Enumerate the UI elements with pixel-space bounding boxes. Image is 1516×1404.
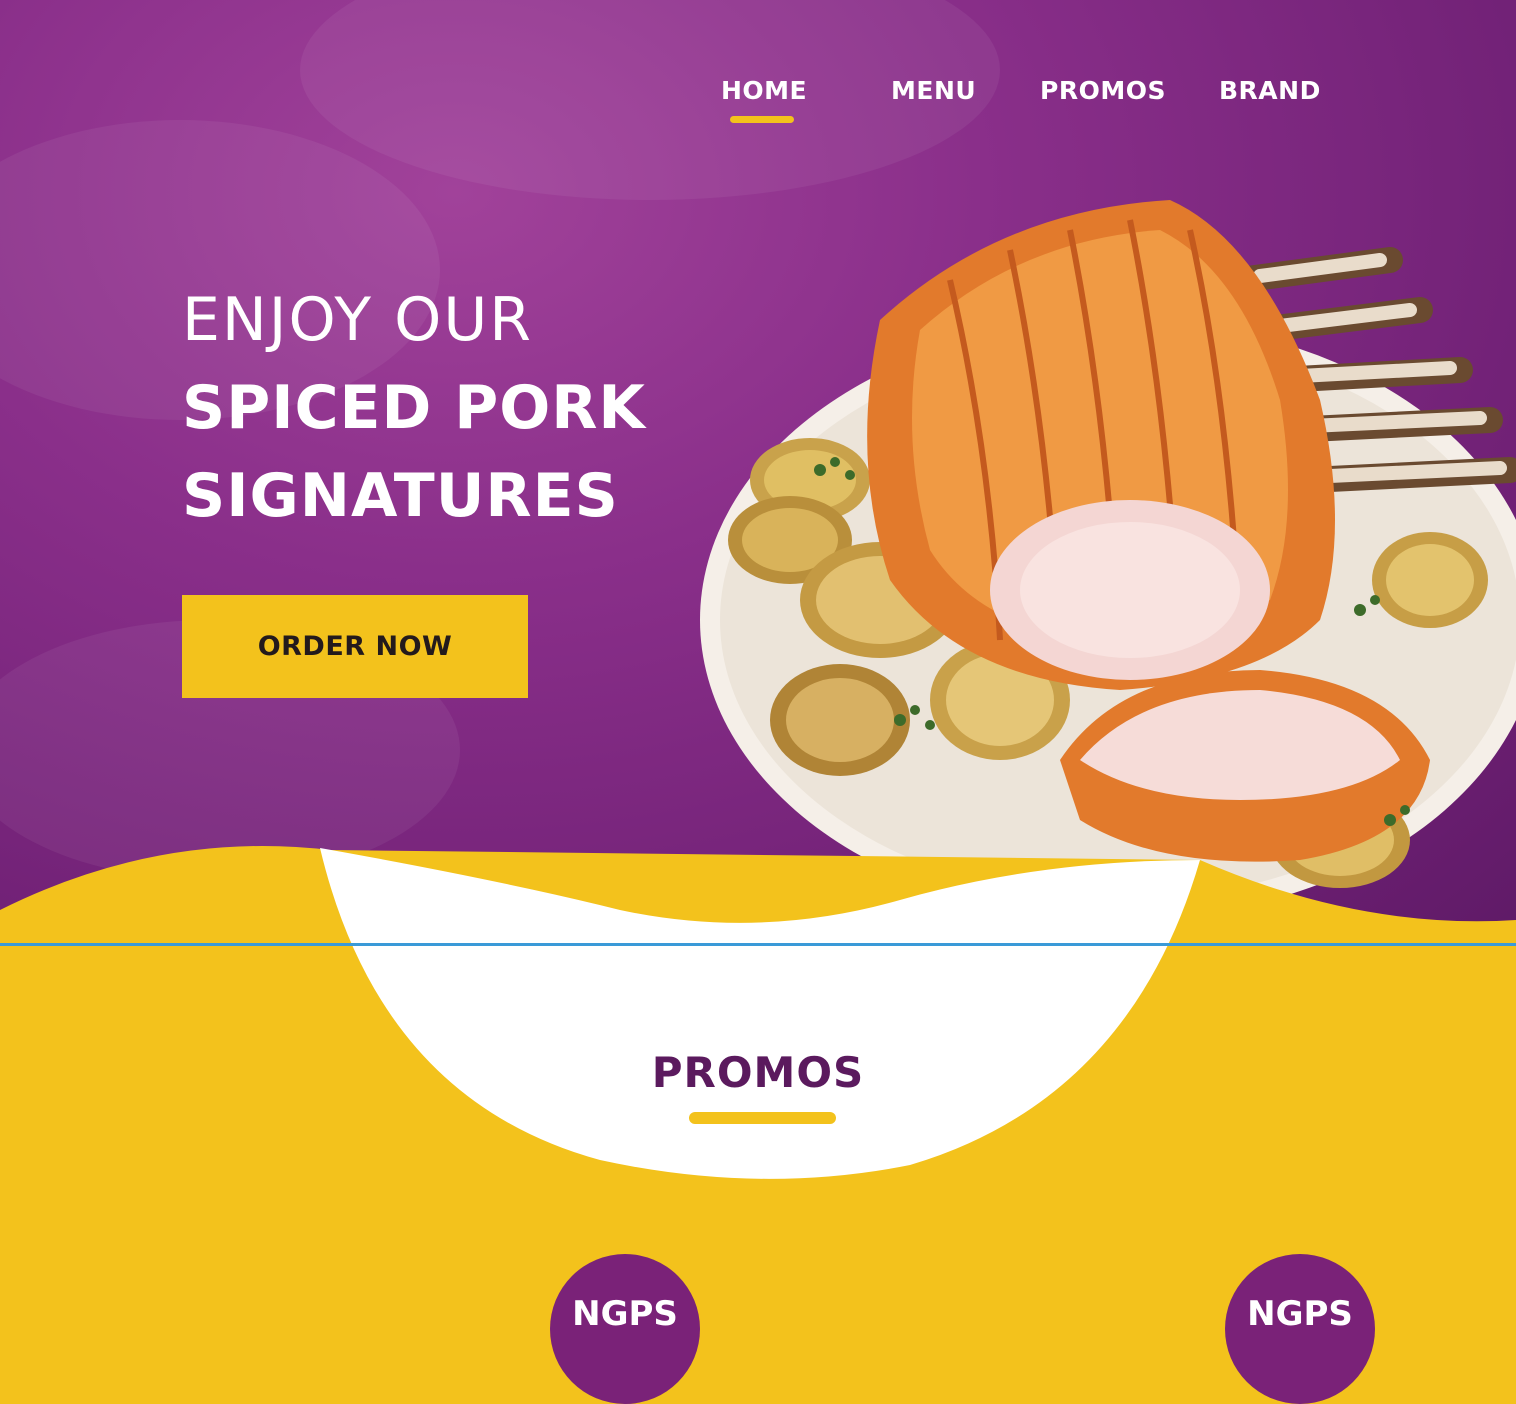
headline-line-2: SPICED PORK	[182, 373, 646, 443]
promo-badge[interactable]: NGPS	[550, 1254, 700, 1404]
order-now-button[interactable]: ORDER NOW	[182, 595, 528, 698]
main-nav: HOME MENU PROMOS BRAND	[0, 76, 1516, 136]
hero-section: HOME MENU PROMOS BRAND ENJOY OUR SPICED …	[0, 0, 1516, 960]
promo-badge[interactable]: NGPS	[1225, 1254, 1375, 1404]
hero-headline: ENJOY OUR SPICED PORK SIGNATURES	[182, 280, 646, 536]
nav-item-brand[interactable]: BRAND	[1219, 76, 1321, 105]
promos-heading-underline	[689, 1112, 836, 1124]
wave-divider	[0, 846, 1516, 1200]
section-divider-line	[0, 943, 1516, 946]
headline-line-1: ENJOY OUR	[182, 285, 533, 355]
promos-heading: PROMOS	[651, 1048, 865, 1097]
nav-item-menu[interactable]: MENU	[891, 76, 976, 105]
headline-line-3: SIGNATURES	[182, 461, 619, 531]
nav-item-promos[interactable]: PROMOS	[1040, 76, 1166, 105]
nav-item-home[interactable]: HOME	[721, 76, 807, 105]
nav-active-indicator	[730, 116, 794, 123]
